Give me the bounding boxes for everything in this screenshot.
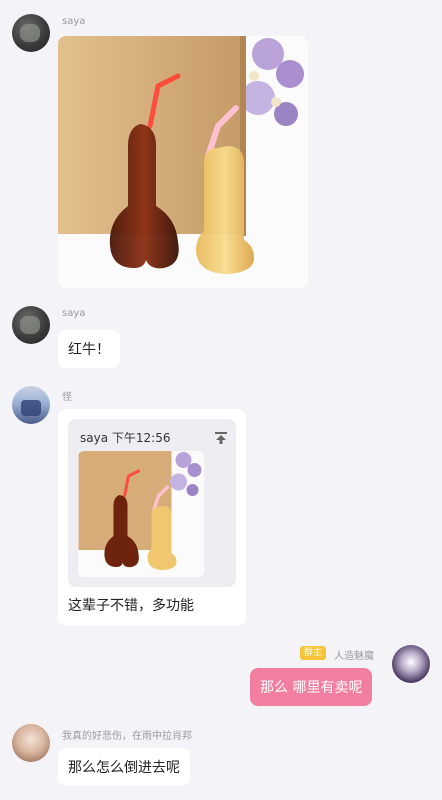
image-message[interactable] bbox=[58, 36, 308, 288]
avatar-saya[interactable] bbox=[12, 306, 50, 344]
quote-reply-text: 这辈子不错，多功能 bbox=[68, 598, 194, 614]
sender-name: saya bbox=[62, 308, 86, 319]
self-text-message[interactable]: 那么 哪里有卖呢 bbox=[250, 668, 373, 706]
quoted-image[interactable] bbox=[78, 451, 204, 577]
quoted-time: 下午12:56 bbox=[111, 431, 171, 445]
sender-name: 我真的好悲伤，在雨中拉肖邦 bbox=[62, 731, 192, 742]
quoted-header: saya 下午12:56 bbox=[80, 429, 170, 446]
group-owner-badge: 群主 bbox=[300, 646, 327, 660]
quoted-message[interactable]: saya 下午12:56 bbox=[68, 419, 236, 587]
sender-name: saya bbox=[62, 16, 86, 27]
avatar-saya[interactable] bbox=[12, 14, 50, 52]
bottles-photo-thumb bbox=[78, 451, 204, 577]
avatar-user[interactable] bbox=[12, 724, 50, 762]
avatar-guai[interactable] bbox=[12, 386, 50, 424]
quote-message[interactable]: saya 下午12:56 这辈子不错，多功能 bbox=[58, 409, 246, 626]
avatar-self[interactable] bbox=[392, 645, 430, 683]
quoted-sender: saya bbox=[80, 431, 109, 445]
jump-to-message-icon[interactable] bbox=[214, 431, 228, 445]
bottles-photo bbox=[58, 36, 308, 288]
sender-name: 人造魅魔 bbox=[334, 651, 374, 662]
text-message[interactable]: 那么怎么倒进去呢 bbox=[58, 748, 190, 786]
text-message[interactable]: 红牛！ bbox=[58, 330, 120, 368]
sender-name: 怪 bbox=[62, 392, 72, 403]
